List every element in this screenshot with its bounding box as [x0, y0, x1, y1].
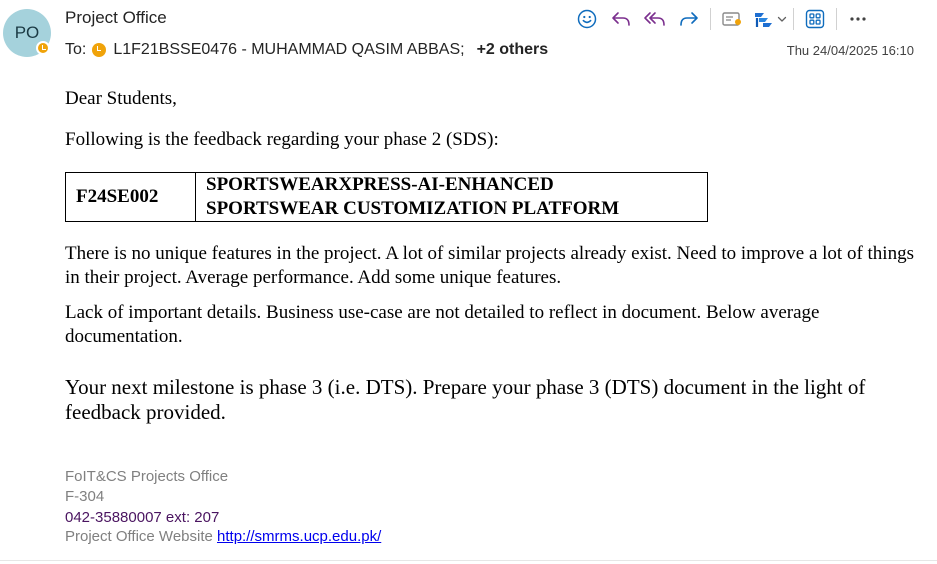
- signature-phone: 042-35880007 ext: 207: [65, 509, 220, 526]
- project-title-line: SPORTSWEAR CUSTOMIZATION PLATFORM: [206, 198, 620, 219]
- message-toolbar: [570, 5, 875, 33]
- more-recipients-button[interactable]: +2 others: [477, 41, 549, 59]
- forward-icon[interactable]: [672, 5, 706, 33]
- website-link[interactable]: http://smrms.ucp.edu.pk/: [217, 528, 381, 545]
- recipient-name[interactable]: L1F21BSSE0476 - MUHAMMAD QASIM ABBAS;: [113, 41, 464, 59]
- divider: [0, 560, 937, 561]
- to-label: To:: [65, 41, 87, 58]
- feedback-paragraph: There is no unique features in the proje…: [65, 243, 914, 288]
- message-datetime: Thu 24/04/2025 16:10: [786, 43, 914, 58]
- apps-icon[interactable]: [749, 5, 775, 33]
- grid-icon[interactable]: [798, 5, 832, 33]
- greeting-text: Dear Students,: [65, 88, 177, 109]
- reply-icon[interactable]: [604, 5, 638, 33]
- feedback-table: F24SE002 SPORTSWEARXPRESS-AI-ENHANCED SP…: [65, 172, 708, 222]
- more-icon[interactable]: [841, 5, 875, 33]
- signature-room: F-304: [65, 488, 105, 505]
- presence-status-icon: [36, 41, 50, 55]
- view-icon[interactable]: [715, 5, 749, 33]
- sender-name[interactable]: Project Office: [65, 8, 167, 28]
- recipients-line: To: L1F21BSSE0476 - MUHAMMAD QASIM ABBAS…: [65, 41, 548, 59]
- milestone-paragraph: Your next milestone is phase 3 (i.e. DTS…: [65, 375, 866, 424]
- toolbar-divider: [836, 8, 837, 30]
- feedback-paragraph: Lack of important details. Business use-…: [65, 302, 820, 347]
- project-code-cell: F24SE002: [65, 172, 196, 222]
- chevron-down-icon[interactable]: [775, 5, 789, 33]
- recipient-presence-icon: [92, 43, 107, 57]
- table-row: F24SE002 SPORTSWEARXPRESS-AI-ENHANCED SP…: [65, 172, 708, 222]
- signature-office: FoIT&CS Projects Office: [65, 468, 229, 485]
- reply-all-icon[interactable]: [638, 5, 672, 33]
- emoji-icon[interactable]: [570, 5, 604, 33]
- project-title-cell: SPORTSWEARXPRESS-AI-ENHANCED SPORTSWEAR …: [195, 172, 708, 222]
- toolbar-divider: [710, 8, 711, 30]
- intro-text: Following is the feedback regarding your…: [65, 129, 499, 150]
- signature-website: Project Office Website http://smrms.ucp.…: [65, 528, 381, 545]
- toolbar-divider: [793, 8, 794, 30]
- website-label: Project Office Website: [65, 528, 213, 545]
- project-title-line: SPORTSWEARXPRESS-AI-ENHANCED: [206, 174, 554, 195]
